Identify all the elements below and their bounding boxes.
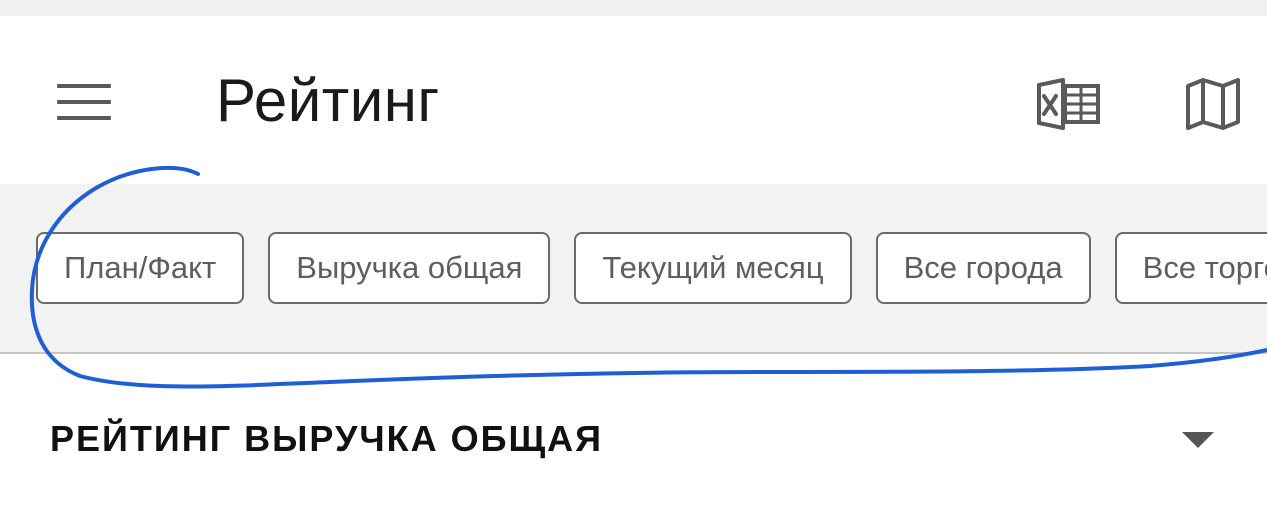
filter-chip-all-stores[interactable]: Все торгов: [1114, 232, 1267, 304]
filter-chip-all-cities[interactable]: Все города: [875, 232, 1091, 304]
section-header[interactable]: РЕЙТИНГ ВЫРУЧКА ОБЩАЯ: [0, 400, 1267, 480]
page-title: Рейтинг: [216, 67, 440, 134]
filter-chips: План/Факт Выручка общая Текущий месяц Вс…: [36, 232, 1267, 304]
rating-screen: Рейтинг План/Факт Выручка общая Текущий …: [0, 0, 1267, 517]
filter-chip-current-month[interactable]: Текущий месяц: [574, 232, 852, 304]
excel-export-icon[interactable]: [1034, 74, 1104, 134]
hamburger-menu-icon[interactable]: [48, 74, 120, 130]
chevron-down-icon[interactable]: [1182, 432, 1214, 448]
app-bar: Рейтинг: [0, 16, 1267, 184]
filter-chip-revenue[interactable]: Выручка общая: [268, 232, 551, 304]
map-icon[interactable]: [1178, 74, 1248, 134]
filter-chip-bar[interactable]: План/Факт Выручка общая Текущий месяц Вс…: [0, 184, 1267, 354]
filter-chip-plan-fact[interactable]: План/Факт: [36, 232, 245, 304]
section-title: РЕЙТИНГ ВЫРУЧКА ОБЩАЯ: [50, 418, 604, 459]
status-strip: [0, 0, 1267, 16]
